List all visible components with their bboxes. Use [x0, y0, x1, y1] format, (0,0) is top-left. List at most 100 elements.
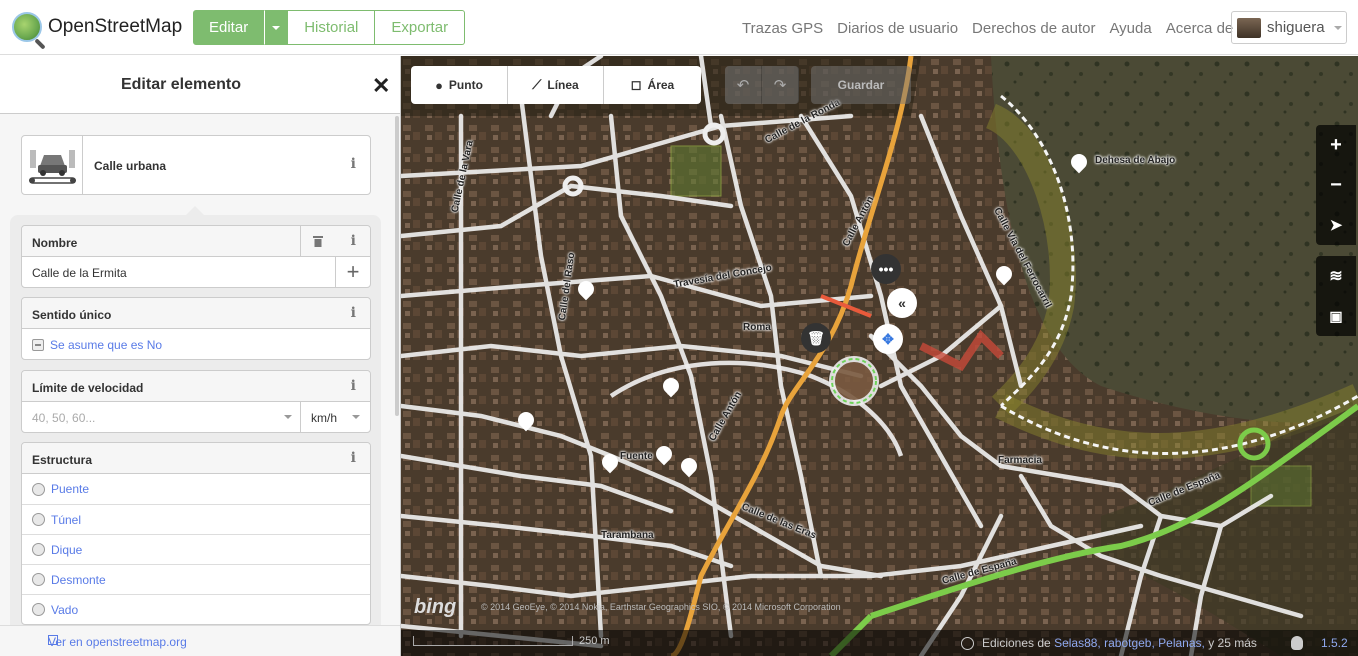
preset-selector[interactable]: Calle urbana i — [21, 135, 371, 195]
caret-down-icon — [272, 25, 281, 30]
radio-icon — [32, 482, 45, 496]
export-button[interactable]: Exportar — [375, 10, 466, 45]
radio-icon — [32, 603, 45, 616]
oneway-field-label: Sentido único i — [22, 298, 370, 329]
line-icon: ⟋ — [532, 77, 542, 92]
avatar — [1237, 17, 1261, 38]
undo-button[interactable]: ↶ — [725, 66, 762, 104]
structure-option-cutting[interactable]: Desmonte — [22, 564, 370, 594]
edit-button[interactable]: Editar — [193, 10, 265, 45]
nav-copyright[interactable]: Derechos de autor — [972, 20, 1095, 37]
caret-down-icon — [284, 415, 292, 419]
external-link-icon — [48, 635, 58, 645]
sidebar-scrollbar[interactable] — [395, 116, 399, 416]
zoom-out-icon[interactable]: − — [1316, 165, 1356, 205]
editors-links[interactable]: Selas88, rabotgeb, Pelanas, — [1054, 636, 1205, 650]
geolocate-icon[interactable]: ➤ — [1316, 205, 1356, 245]
area-icon: ◻ — [630, 77, 642, 92]
mode-toolbar: ● Punto ⟋ Línea ◻ Área — [411, 66, 701, 104]
edit-dropdown-button[interactable] — [264, 10, 289, 45]
nav-help[interactable]: Ayuda — [1109, 20, 1151, 37]
undo-icon: ↶ — [736, 77, 750, 94]
name-input[interactable]: Calle de la Ermita + — [22, 257, 370, 287]
close-icon[interactable]: ✕ — [372, 73, 390, 99]
poi-pin[interactable] — [663, 378, 679, 398]
nav-gps-traces[interactable]: Trazas GPS — [742, 20, 823, 37]
map-label: Tarambana — [601, 530, 654, 541]
layers-icon[interactable]: ≋ — [1316, 256, 1356, 296]
continue-icon[interactable]: ••• — [871, 254, 901, 284]
nav-user-diaries[interactable]: Diarios de usuario — [837, 20, 958, 37]
clock-icon — [961, 636, 974, 650]
checkbox-icon — [32, 339, 44, 351]
preset-name: Calle urbana — [94, 159, 167, 173]
save-button[interactable]: Guardar — [811, 66, 911, 104]
name-label-text: Nombre — [32, 236, 78, 250]
view-on-osm-link[interactable]: Ver en openstreetmap.org — [0, 625, 400, 656]
poi-pin[interactable] — [996, 266, 1012, 286]
redo-button[interactable]: ↷ — [762, 66, 799, 104]
poi-pin[interactable] — [1071, 154, 1087, 174]
map-label: Farmacia — [998, 455, 1042, 466]
speed-unit-select[interactable]: km/h — [300, 402, 370, 432]
move-icon[interactable]: ✥ — [873, 324, 903, 354]
redo-icon: ↷ — [773, 77, 787, 94]
view-on-osm-text: Ver en openstreetmap.org — [48, 635, 187, 649]
structure-option-bridge[interactable]: Puente — [22, 474, 370, 504]
structure-option-tunnel[interactable]: Túnel — [22, 504, 370, 534]
map-data-icon[interactable]: ▣ — [1316, 296, 1356, 336]
edits-suffix[interactable]: y 25 más — [1208, 636, 1257, 650]
oneway-field: Sentido único i Se asume que es No — [21, 297, 371, 360]
zoom-in-icon[interactable]: + — [1316, 125, 1356, 165]
structure-field-label: Estructura i — [22, 443, 370, 474]
add-area-button[interactable]: ◻ Área — [604, 66, 701, 104]
edit-button-group: Editar Historial Exportar — [193, 10, 466, 45]
history-button[interactable]: Historial — [288, 10, 376, 45]
info-icon[interactable]: i — [351, 156, 356, 172]
option-label: Túnel — [51, 512, 82, 527]
oneway-checkbox[interactable]: Se asume que es No — [22, 329, 370, 359]
info-icon[interactable]: i — [351, 305, 356, 321]
structure-option-ford[interactable]: Vado — [22, 594, 370, 624]
trash-icon[interactable] — [300, 226, 335, 256]
option-label: Desmonte — [51, 572, 106, 587]
username: shiguera — [1267, 19, 1325, 36]
structure-option-embankment[interactable]: Dique — [22, 534, 370, 564]
map-canvas[interactable]: Dehesa de Abajo Calle Vía del Ferrocarri… — [401, 56, 1358, 656]
version-link[interactable]: 1.5.2 — [1321, 636, 1348, 650]
undo-redo-group: ↶ ↷ — [725, 66, 799, 104]
structure-label-text: Estructura — [32, 453, 93, 467]
poi-pin[interactable] — [518, 412, 534, 432]
nav-about[interactable]: Acerca de — [1166, 20, 1234, 37]
scale-bar — [413, 636, 573, 646]
poi-pin[interactable] — [602, 454, 618, 474]
info-icon[interactable]: i — [351, 378, 356, 394]
option-label: Dique — [51, 542, 83, 557]
add-localized-name-icon[interactable]: + — [335, 257, 370, 287]
user-menu-button[interactable]: shiguera — [1231, 11, 1347, 44]
poi-pin[interactable] — [656, 446, 672, 466]
info-icon[interactable]: i — [351, 233, 356, 249]
add-line-button[interactable]: ⟋ Línea — [508, 66, 604, 104]
reverse-icon[interactable]: « — [887, 288, 917, 318]
add-point-button[interactable]: ● Punto — [411, 66, 508, 104]
poi-pin[interactable] — [578, 281, 594, 301]
osm-logo[interactable]: OpenStreetMap — [12, 12, 182, 42]
map-label: Fuente — [620, 451, 653, 462]
zoom-controls: + − ➤ — [1316, 125, 1356, 245]
delete-icon[interactable]: 🗑 — [801, 323, 831, 353]
street-preset-icon — [22, 136, 83, 194]
info-icon[interactable]: i — [351, 450, 356, 466]
bug-report-icon[interactable] — [1291, 636, 1303, 650]
oneway-value: Se asume que es No — [50, 338, 163, 352]
sidebar: Editar elemento ✕ Calle urbana i Nombre — [0, 56, 401, 656]
point-icon: ● — [435, 77, 443, 93]
edits-prefix: Ediciones de — [982, 636, 1051, 650]
nav-links: Trazas GPS Diarios de usuario Derechos d… — [742, 20, 1247, 37]
add-point-label: Punto — [448, 78, 483, 92]
poi-pin[interactable] — [681, 458, 697, 478]
maxspeed-input[interactable]: 40, 50, 60... km/h — [22, 402, 370, 432]
add-line-label: Línea — [547, 78, 579, 92]
name-field: Nombre i Calle de la Ermita + — [21, 225, 371, 288]
logo-text: OpenStreetMap — [48, 16, 183, 37]
